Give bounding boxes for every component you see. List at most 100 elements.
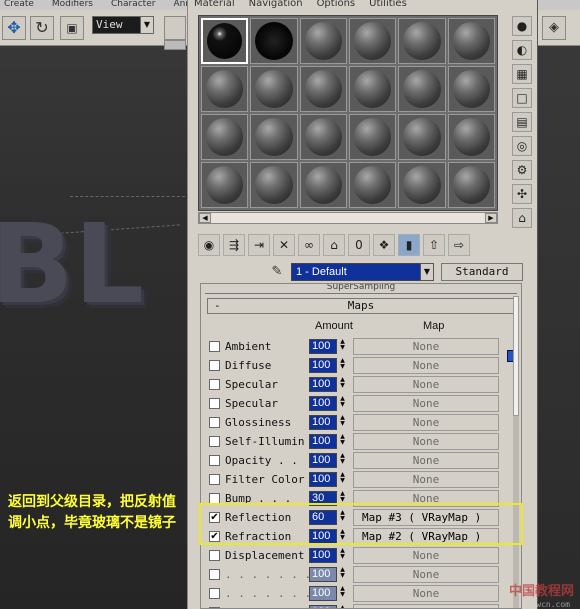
sample-slot[interactable] [398,66,446,112]
sample-slot[interactable] [398,162,446,208]
map-amount-field[interactable]: 100 [309,548,337,563]
sample-slot[interactable] [447,66,495,112]
map-amount-field[interactable]: 100 [309,396,337,411]
sample-slot[interactable] [201,114,249,160]
map-enable-checkbox[interactable] [209,550,220,561]
amount-spinner-icon[interactable]: ▲▼ [338,377,347,392]
left-viewport[interactable]: Create Modifiers Character Anim ✥ ↻ ▣ View … [0,0,187,609]
go-forward-icon[interactable]: ⇨ [448,234,470,256]
sample-slot[interactable] [348,162,397,208]
sample-slot[interactable] [201,162,249,208]
sample-slot[interactable] [398,18,446,64]
go-to-parent-icon[interactable]: ⇧ [423,234,445,256]
map-enable-checkbox[interactable] [209,474,220,485]
rotate-icon[interactable]: ↻ [30,16,54,40]
map-amount-field[interactable]: 100 [309,415,337,430]
amount-spinner-icon[interactable]: ▲▼ [338,453,347,468]
material-effects-channel-icon[interactable]: 0 [348,234,370,256]
pivot-icon[interactable] [164,16,186,40]
sample-slot-scrollbar[interactable]: ◀ ▶ [198,212,498,224]
map-amount-field[interactable]: 100 [309,434,337,449]
sample-slot[interactable] [398,114,446,160]
map-enable-checkbox[interactable] [209,360,220,371]
render-setup-icon[interactable]: ◈ [542,16,566,40]
sample-slot[interactable] [447,114,495,160]
select-by-material-icon[interactable]: ✣ [512,184,532,204]
sample-slot[interactable] [201,18,249,64]
menu-options[interactable]: Options [317,0,356,9]
amount-spinner-icon[interactable]: ▲▼ [338,586,347,601]
map-enable-checkbox[interactable] [209,398,220,409]
video-check-icon[interactable]: ▤ [512,112,532,132]
map-slot-button[interactable]: None [353,585,499,602]
sample-slot[interactable] [299,114,347,160]
map-amount-field[interactable]: 100 [309,586,337,601]
menu-utilities[interactable]: Utilities [369,0,407,9]
make-preview-icon[interactable]: ◎ [512,136,532,156]
map-amount-field[interactable]: 100 [309,453,337,468]
tab-animation[interactable]: Anim [169,0,187,9]
amount-spinner-icon[interactable]: ▲▼ [338,358,347,373]
sample-slot[interactable] [299,18,347,64]
sample-slot[interactable] [250,18,298,64]
map-enable-checkbox[interactable] [209,455,220,466]
rollout-scrollbar[interactable] [513,296,519,608]
sample-slot[interactable] [250,114,298,160]
select-move-icon[interactable]: ✥ [2,16,26,40]
amount-spinner-icon[interactable]: ▲▼ [338,548,347,563]
assign-material-icon[interactable]: ⇥ [248,234,270,256]
amount-spinner-icon[interactable]: ▲▼ [338,434,347,449]
pick-material-eyedropper-icon[interactable]: ✎ [268,264,286,282]
material-name-field[interactable]: 1 - Default [291,263,421,281]
map-slot-button[interactable]: None [353,604,499,608]
supersampling-rollout-title[interactable]: SuperSampling [205,284,517,294]
scroll-left-icon[interactable]: ◀ [199,213,211,223]
map-slot-button[interactable]: None [353,547,499,564]
scale-icon[interactable]: ▣ [60,16,84,40]
tab-create[interactable]: Create [0,0,34,9]
sample-slot[interactable] [348,18,397,64]
sample-slot[interactable] [250,162,298,208]
maps-rollout-header[interactable]: - Maps [207,298,515,314]
amount-spinner-icon[interactable]: ▲▼ [338,339,347,354]
map-slot-button[interactable]: None [353,357,499,374]
map-amount-field[interactable]: 100 [309,472,337,487]
pivot-flyout[interactable] [164,40,186,50]
map-enable-checkbox[interactable] [209,341,220,352]
put-to-scene-icon[interactable]: ⇶ [223,234,245,256]
map-slot-button[interactable]: None [353,414,499,431]
map-enable-checkbox[interactable] [209,569,220,580]
map-amount-field[interactable]: 100 [309,339,337,354]
backlight-icon[interactable]: ◐ [512,40,532,60]
map-amount-field[interactable]: 100 [309,377,337,392]
amount-spinner-icon[interactable]: ▲▼ [338,567,347,582]
map-enable-checkbox[interactable] [209,588,220,599]
sample-slot[interactable] [348,114,397,160]
sample-slot[interactable] [299,162,347,208]
amount-spinner-icon[interactable]: ▲▼ [338,396,347,411]
make-unique-icon[interactable]: ∞ [298,234,320,256]
map-slot-button[interactable]: None [353,433,499,450]
get-material-icon[interactable]: ◉ [198,234,220,256]
right-viewport[interactable]: ◈ [538,0,580,609]
sample-slot[interactable] [447,18,495,64]
tab-modifiers[interactable]: Modifiers [48,0,93,9]
map-enable-checkbox[interactable] [209,417,220,428]
map-slot-button[interactable]: None [353,471,499,488]
sample-slot[interactable] [299,66,347,112]
material-navigator-icon[interactable]: ⌂ [512,208,532,228]
sample-slot[interactable] [447,162,495,208]
amount-spinner-icon[interactable]: ▲▼ [338,472,347,487]
chevron-down-icon[interactable]: ▼ [420,263,434,281]
map-slot-button[interactable]: None [353,566,499,583]
show-map-icon[interactable]: ❖ [373,234,395,256]
map-slot-button[interactable]: None [353,376,499,393]
sample-slot[interactable] [250,66,298,112]
scrollbar-thumb[interactable] [513,296,519,416]
material-type-button[interactable]: Standard [441,263,523,281]
show-end-result-icon[interactable]: ▮ [398,234,420,256]
uv-tiling-icon[interactable]: □ [512,88,532,108]
scroll-right-icon[interactable]: ▶ [485,213,497,223]
amount-spinner-icon[interactable]: ▲▼ [338,415,347,430]
map-enable-checkbox[interactable] [209,379,220,390]
